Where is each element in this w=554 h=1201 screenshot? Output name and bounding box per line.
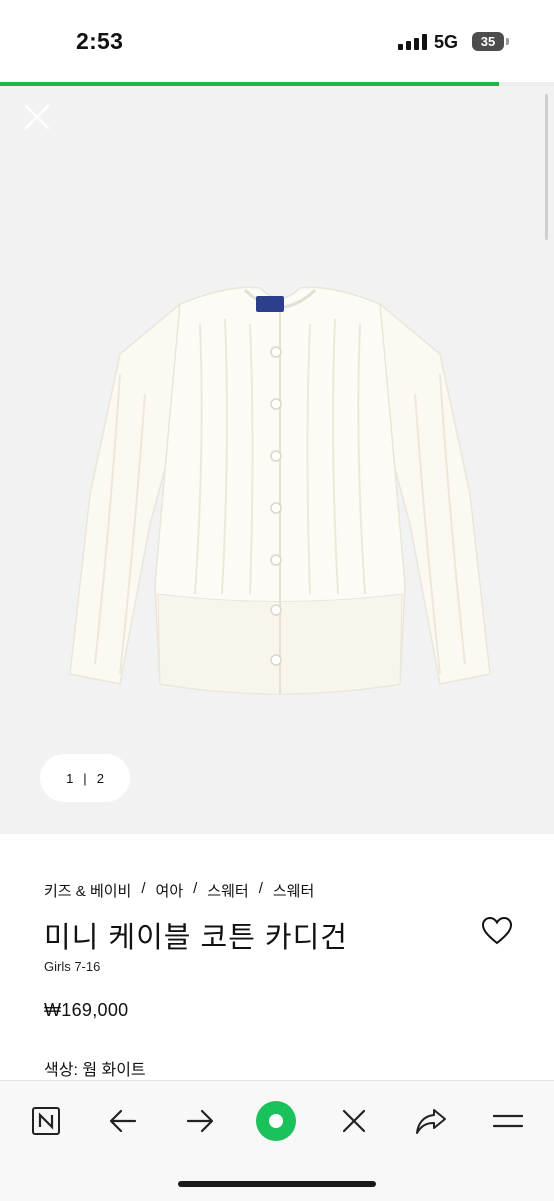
battery-icon: 35 [472, 32, 504, 51]
breadcrumb-separator: / [141, 880, 146, 897]
back-arrow-icon [109, 1109, 137, 1133]
green-home-button[interactable] [254, 1099, 298, 1143]
wishlist-button[interactable] [480, 914, 514, 948]
naver-home-button[interactable] [24, 1099, 68, 1143]
close-tab-button[interactable] [332, 1099, 376, 1143]
close-icon [342, 1109, 366, 1133]
green-home-button-icon [256, 1101, 296, 1141]
share-button[interactable] [409, 1099, 453, 1143]
cellular-signal-icon [398, 34, 428, 50]
image-pager[interactable]: 1 | 2 [40, 754, 130, 802]
menu-button[interactable] [486, 1099, 530, 1143]
product-title: 미니 케이블 코튼 카디건 [44, 922, 348, 954]
menu-icon [492, 1114, 524, 1128]
pager-current: 1 [66, 770, 74, 786]
naver-n-icon [32, 1107, 60, 1135]
share-icon [416, 1109, 446, 1134]
close-viewer-button[interactable] [18, 98, 58, 138]
network-type: 5G [434, 32, 459, 52]
forward-arrow-icon [186, 1109, 214, 1133]
breadcrumb-separator: / [258, 880, 263, 897]
battery-tip [506, 38, 509, 45]
browser-toolbar [0, 1080, 554, 1201]
pager-separator: | [83, 770, 87, 786]
product-price: ₩169,000 [44, 1000, 129, 1020]
breadcrumb-item[interactable]: 키즈 & 베이비 [44, 880, 131, 901]
breadcrumb-item[interactable]: 스웨터 [273, 880, 314, 901]
pager-total: 2 [96, 770, 104, 786]
breadcrumb-item[interactable]: 여아 [156, 880, 184, 901]
product-image-viewer[interactable]: 1 | 2 [0, 86, 554, 834]
product-sizing: Girls 7-16 [44, 959, 101, 974]
breadcrumb: 키즈 & 베이비 / 여아 / 스웨터 / 스웨터 [44, 880, 314, 901]
status-bar: 2:53 5G 35 [0, 0, 554, 84]
back-button[interactable] [101, 1099, 145, 1143]
product-image [69, 286, 491, 695]
close-icon [24, 104, 50, 130]
heart-outline-icon [481, 916, 513, 945]
home-indicator[interactable] [178, 1181, 376, 1187]
scrollbar[interactable] [545, 94, 548, 240]
status-time: 2:53 [76, 28, 124, 54]
product-color[interactable]: 색상: 웜 화이트 [44, 1056, 146, 1080]
breadcrumb-item[interactable]: 스웨터 [207, 880, 248, 901]
breadcrumb-separator: / [193, 880, 198, 897]
forward-button[interactable] [178, 1099, 222, 1143]
